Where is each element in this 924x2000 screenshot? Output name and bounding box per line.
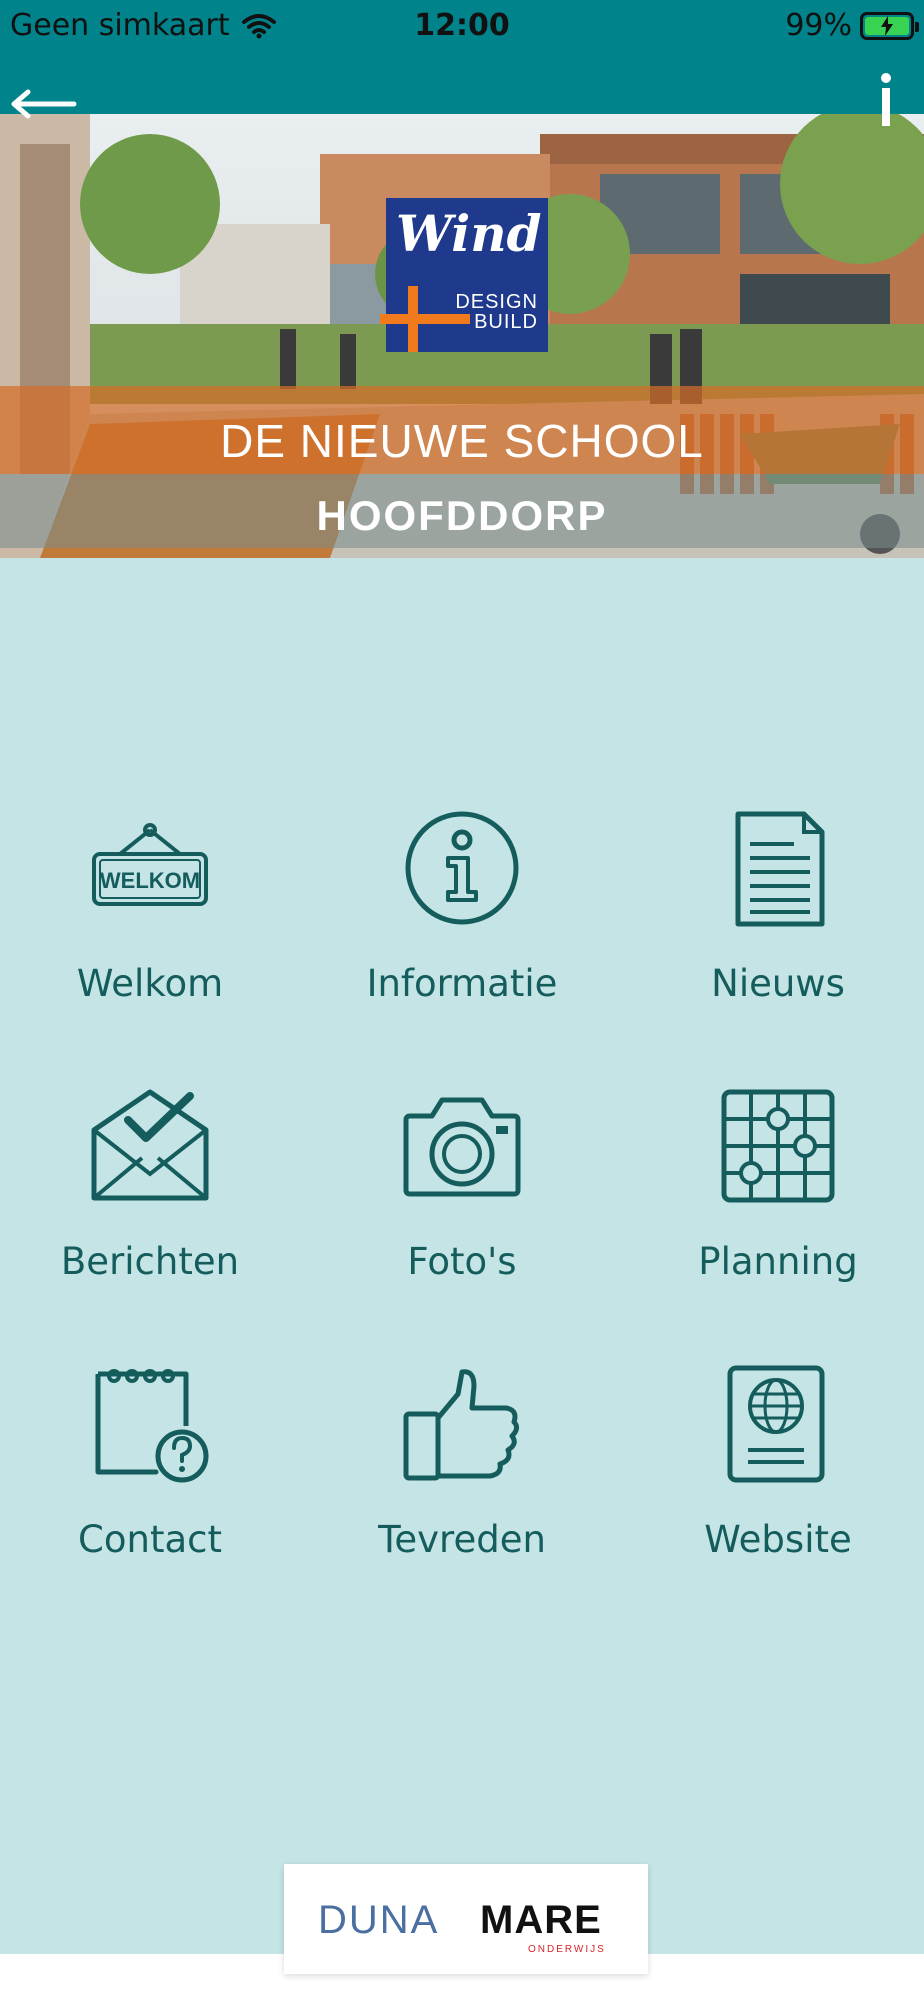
menu-item-contact[interactable]: Contact	[0, 1364, 300, 1594]
menu-label-berichten: Berichten	[60, 1240, 240, 1283]
menu-label-nieuws: Nieuws	[711, 962, 845, 1005]
charging-bolt-icon	[881, 15, 893, 36]
logo-mare-text: MARE	[480, 1898, 602, 1942]
status-battery: 99%	[785, 8, 919, 43]
menu-item-nieuws[interactable]: Nieuws	[628, 808, 924, 1038]
hero-title: DE NIEUWE SCHOOL	[220, 415, 704, 467]
top-bar: Geen simkaart 12:00 99%	[0, 0, 924, 114]
menu-item-berichten[interactable]: Berichten	[0, 1086, 300, 1316]
menu-label-planning: Planning	[698, 1240, 858, 1283]
arrow-left-icon	[11, 89, 77, 119]
dunamare-logo: DUNA MARE ONDERWIJS	[284, 1864, 648, 1974]
globe-book-icon	[727, 1365, 825, 1483]
info-circle-icon	[405, 811, 519, 925]
menu-item-tevreden[interactable]: Tevreden	[312, 1364, 612, 1594]
battery-percent: 99%	[785, 8, 852, 43]
menu-label-fotos: Foto's	[407, 1240, 517, 1283]
logo-wind-text: Wind	[396, 204, 542, 263]
envelope-check-icon	[91, 1089, 209, 1201]
logo-onderwijs-text: ONDERWIJS	[528, 1944, 606, 1955]
welkom-sign-icon: WELKOM	[92, 823, 208, 906]
back-button[interactable]	[8, 86, 78, 122]
camera-icon	[403, 1097, 521, 1197]
logo-design-build-text: DESIGN BUILD	[455, 291, 538, 333]
menu-label-website: Website	[704, 1518, 852, 1561]
menu-item-planning[interactable]: Planning	[628, 1086, 924, 1316]
menu-item-informatie[interactable]: Informatie	[312, 808, 612, 1038]
menu-item-fotos[interactable]: Foto's	[312, 1086, 612, 1316]
menu-label-welkom: Welkom	[76, 962, 224, 1005]
menu-item-welkom[interactable]: WELKOM Welkom	[0, 808, 300, 1038]
menu-label-informatie: Informatie	[366, 962, 558, 1005]
info-i-icon	[881, 73, 891, 126]
info-button[interactable]	[874, 70, 898, 130]
welkom-sign-text: WELKOM	[100, 868, 200, 893]
menu-label-tevreden: Tevreden	[378, 1518, 546, 1561]
menu-label-contact: Contact	[78, 1518, 222, 1561]
document-icon	[735, 811, 825, 927]
hero-subtitle: HOOFDDORP	[316, 492, 608, 539]
menu-item-website[interactable]: Website	[628, 1364, 924, 1594]
thumbs-up-icon	[403, 1369, 520, 1481]
planning-grid-icon	[721, 1089, 835, 1203]
notepad-question-icon	[95, 1369, 209, 1483]
logo-duna-text: DUNA	[318, 1898, 440, 1942]
wind-design-build-logo: Wind DESIGN BUILD	[380, 198, 548, 352]
battery-icon	[860, 11, 919, 40]
